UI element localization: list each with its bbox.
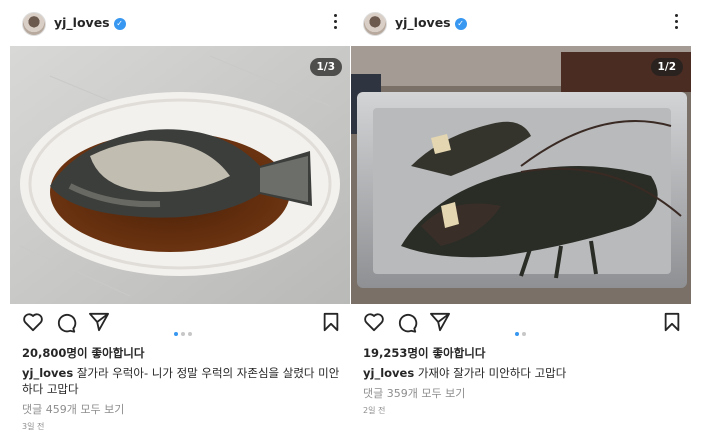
view-comments-link[interactable]: 댓글 459개 모두 보기 [22,401,124,417]
post-time: 3일 전 [22,422,45,431]
share-icon[interactable] [88,312,110,332]
comment-icon[interactable] [396,312,418,334]
post-card: yj_loves ✓ 1/2 19,253명이 좋아합니다 yj_loves 가… [351,0,691,436]
avatar[interactable] [22,12,46,36]
verified-icon: ✓ [113,18,126,30]
heart-icon[interactable] [363,312,385,332]
fish-dish-image [10,46,350,304]
post-header: yj_loves ✓ [10,0,350,46]
bookmark-icon[interactable] [322,312,340,332]
post-header: yj_loves ✓ [351,0,691,46]
avatar[interactable] [363,12,387,36]
carousel-indicator [515,321,529,340]
username-link[interactable]: yj_loves ✓ [395,15,467,30]
image-counter: 1/3 [309,58,342,76]
caption-username[interactable]: yj_loves [363,366,414,380]
post-time: 2일 전 [363,406,386,415]
username-text[interactable]: yj_loves [395,15,451,30]
caption: yj_loves 잘가라 우럭아- 니가 정말 우럭의 자존심을 살렸다 미안하… [22,365,342,397]
more-options-icon[interactable] [673,14,679,32]
post-photo[interactable]: 1/2 [351,46,691,304]
lobster-tray-image [351,46,691,304]
view-comments-link[interactable]: 댓글 359개 모두 보기 [363,385,465,401]
caption-username[interactable]: yj_loves [22,366,73,380]
bookmark-icon[interactable] [663,312,681,332]
verified-icon: ✓ [454,18,467,30]
share-icon[interactable] [429,312,451,332]
action-bar [351,312,691,336]
post-card: yj_loves ✓ 1/3 20,800명이 좋아합니다 yj_loves 잘… [10,0,350,436]
caption: yj_loves 가재야 잘가라 미안하다 고맙다 [363,365,683,381]
carousel-indicator [174,321,195,340]
likes-count[interactable]: 19,253명이 좋아합니다 [363,345,485,361]
post-photo[interactable]: 1/3 [10,46,350,304]
more-options-icon[interactable] [332,14,338,32]
image-counter: 1/2 [650,58,683,76]
heart-icon[interactable] [22,312,44,332]
caption-text: 가재야 잘가라 미안하다 고맙다 [414,366,567,380]
username-link[interactable]: yj_loves ✓ [54,15,126,30]
likes-count[interactable]: 20,800명이 좋아합니다 [22,345,144,361]
action-bar [10,312,350,336]
comment-icon[interactable] [55,312,77,334]
username-text[interactable]: yj_loves [54,15,110,30]
